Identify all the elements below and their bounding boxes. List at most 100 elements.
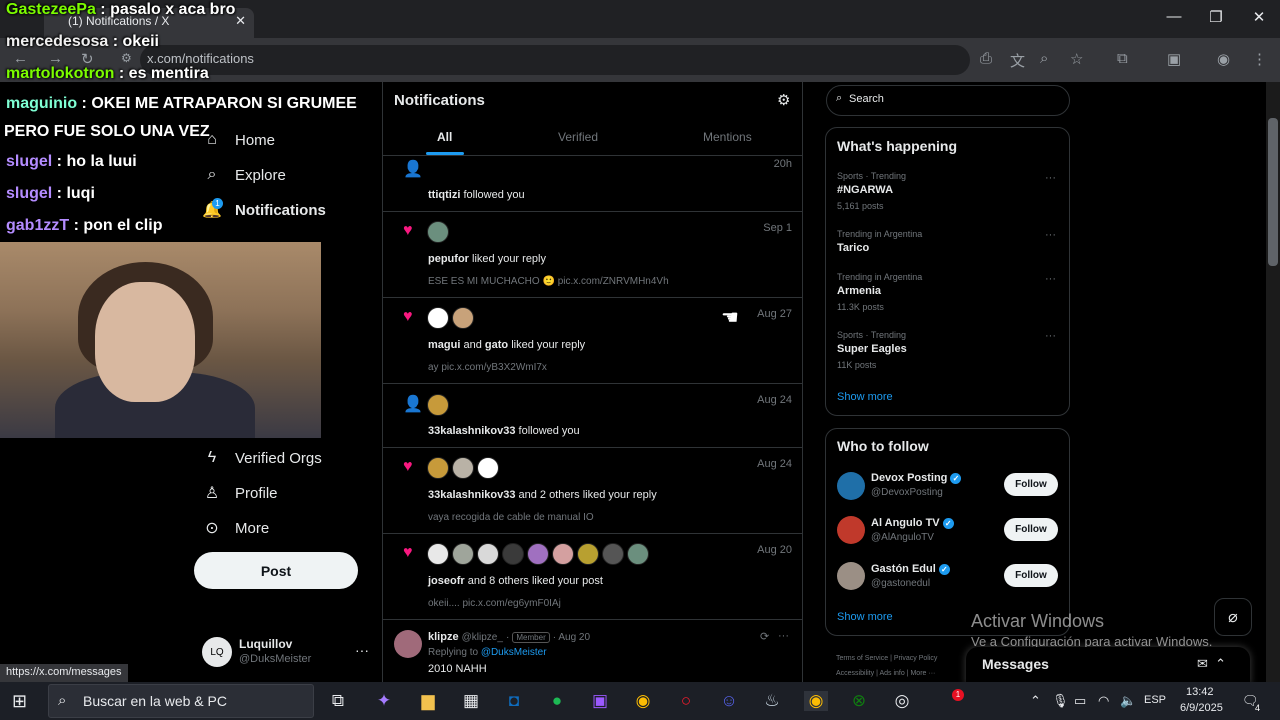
reply-author[interactable]: klipze bbox=[428, 631, 459, 643]
avatar[interactable] bbox=[552, 543, 574, 565]
account-more-icon[interactable]: ··· bbox=[355, 642, 369, 658]
notification-actor[interactable]: magui bbox=[428, 339, 460, 351]
notification-actor[interactable]: ttiqtizi bbox=[428, 189, 460, 201]
premiere-icon[interactable]: ▣ bbox=[588, 691, 612, 711]
footer-more-link[interactable]: More ··· bbox=[910, 670, 935, 677]
minimize-icon[interactable]: — bbox=[1164, 8, 1184, 25]
follow-button[interactable]: Follow bbox=[1004, 518, 1058, 541]
show-hidden-icons-icon[interactable]: ⌃ bbox=[1030, 693, 1041, 709]
avatar[interactable] bbox=[452, 543, 474, 565]
avatar[interactable] bbox=[837, 472, 865, 500]
menu-icon[interactable]: ⋮ bbox=[1252, 50, 1267, 68]
notification-actor[interactable]: joseofr bbox=[428, 575, 465, 587]
outlook-icon[interactable]: ◘ bbox=[502, 691, 526, 711]
ads-info-link[interactable]: Ads info bbox=[879, 670, 904, 677]
expand-icon[interactable]: ⌃ bbox=[1215, 656, 1226, 671]
zoom-icon[interactable]: ⌕ bbox=[1040, 50, 1048, 67]
nav-verified-orgs[interactable]: ϟ Verified Orgs bbox=[202, 444, 322, 472]
clock-date[interactable]: 6/9/2025 bbox=[1180, 702, 1223, 714]
follow-button[interactable]: Follow bbox=[1004, 473, 1058, 496]
profile-avatar-icon[interactable]: ◉ bbox=[1217, 50, 1230, 68]
address-bar[interactable] bbox=[140, 45, 970, 75]
translate-icon[interactable]: 文 bbox=[1010, 50, 1025, 71]
discord-icon[interactable]: ☺ bbox=[717, 691, 741, 711]
tab-all[interactable]: All bbox=[437, 130, 452, 144]
extensions-icon[interactable]: ⧉ bbox=[1117, 50, 1128, 67]
replying-handle-link[interactable]: @DuksMeister bbox=[481, 647, 547, 658]
close-tab-icon[interactable]: ✕ bbox=[235, 13, 246, 29]
suggestion-name[interactable]: Gastón Edul ✓ bbox=[871, 563, 950, 575]
volume-icon[interactable]: 🔈 bbox=[1120, 693, 1136, 709]
camera-icon[interactable]: ▭ bbox=[1074, 693, 1086, 709]
nav-explore[interactable]: ⌕ Explore bbox=[202, 161, 286, 189]
avatar[interactable] bbox=[427, 307, 449, 329]
clock-time[interactable]: 13:42 bbox=[1186, 686, 1214, 698]
grok-icon[interactable]: ⌀ bbox=[1214, 598, 1252, 636]
tab-mentions[interactable]: Mentions bbox=[703, 130, 752, 144]
post-button[interactable]: Post bbox=[194, 552, 358, 589]
avatar[interactable] bbox=[452, 457, 474, 479]
wifi-icon[interactable]: ◠ bbox=[1098, 693, 1109, 709]
trend-more-icon[interactable]: ··· bbox=[1045, 229, 1056, 241]
notification-actor[interactable]: 33kalashnikov33 bbox=[428, 489, 515, 501]
steam-icon[interactable]: ♨ bbox=[760, 691, 784, 711]
microphone-icon[interactable]: 🎙 bbox=[1052, 693, 1069, 709]
notification-actor[interactable]: gato bbox=[485, 339, 508, 351]
reply-handle[interactable]: @klipze_ bbox=[462, 632, 503, 643]
trend-name[interactable]: Tarico bbox=[837, 242, 869, 254]
grok-icon[interactable]: ⟳ bbox=[760, 630, 769, 643]
avatar[interactable] bbox=[427, 543, 449, 565]
suggestion-name[interactable]: Devox Posting ✓ bbox=[871, 472, 962, 484]
xbox-icon[interactable]: ⊗ bbox=[847, 691, 871, 711]
avatar[interactable] bbox=[577, 543, 599, 565]
nav-profile[interactable]: ♙ Profile bbox=[202, 479, 278, 507]
site-info-icon[interactable]: ⚙ bbox=[121, 51, 132, 65]
copilot-icon[interactable]: ✦ bbox=[372, 691, 396, 711]
scrollbar-thumb[interactable] bbox=[1268, 118, 1278, 266]
nav-more[interactable]: ⊙ More bbox=[202, 514, 269, 542]
accessibility-link[interactable]: Accessibility bbox=[836, 670, 874, 677]
avatar[interactable] bbox=[427, 394, 449, 416]
avatar[interactable] bbox=[837, 562, 865, 590]
close-window-icon[interactable]: ✕ bbox=[1249, 8, 1269, 26]
store-icon[interactable]: ▦ bbox=[459, 691, 483, 711]
sidebar-icon[interactable]: ▣ bbox=[1167, 50, 1181, 68]
trend-name[interactable]: #NGARWA bbox=[837, 184, 893, 196]
privacy-link[interactable]: Privacy Policy bbox=[894, 655, 938, 662]
trend-name[interactable]: Super Eagles bbox=[837, 343, 907, 355]
more-icon[interactable]: ··· bbox=[778, 630, 789, 642]
terms-link[interactable]: Terms of Service bbox=[836, 655, 888, 662]
avatar[interactable] bbox=[477, 457, 499, 479]
account-avatar[interactable]: LQ bbox=[202, 637, 232, 667]
avatar[interactable] bbox=[837, 516, 865, 544]
opera-icon[interactable]: ○ bbox=[674, 691, 698, 711]
install-app-icon[interactable]: ⎙ bbox=[980, 50, 992, 67]
language-indicator[interactable]: ESP bbox=[1144, 694, 1166, 706]
avatar[interactable] bbox=[427, 221, 449, 243]
tab-verified[interactable]: Verified bbox=[558, 130, 598, 144]
avatar[interactable] bbox=[394, 630, 422, 658]
trend-more-icon[interactable]: ··· bbox=[1045, 172, 1056, 184]
gear-icon[interactable]: ⚙ bbox=[777, 91, 790, 109]
trend-more-icon[interactable]: ··· bbox=[1045, 330, 1056, 342]
avatar[interactable] bbox=[452, 307, 474, 329]
maximize-icon[interactable]: ❐ bbox=[1206, 8, 1226, 26]
task-view-icon[interactable]: ⧉ bbox=[326, 691, 350, 711]
spotify-icon[interactable]: ● bbox=[545, 691, 569, 711]
trends-show-more-link[interactable]: Show more bbox=[837, 391, 893, 403]
app-icon[interactable]: ◎ bbox=[890, 691, 914, 711]
follow-show-more-link[interactable]: Show more bbox=[837, 611, 893, 623]
notification-actor[interactable]: 33kalashnikov33 bbox=[428, 425, 515, 437]
trend-more-icon[interactable]: ··· bbox=[1045, 273, 1056, 285]
notification-actor[interactable]: pepufor bbox=[428, 253, 469, 265]
avatar[interactable] bbox=[502, 543, 524, 565]
nav-home[interactable]: ⌂ Home bbox=[202, 126, 275, 154]
suggestion-name[interactable]: Al Angulo TV ✓ bbox=[871, 517, 954, 529]
chrome-icon[interactable]: ◉ bbox=[631, 691, 655, 711]
avatar[interactable] bbox=[477, 543, 499, 565]
file-explorer-icon[interactable]: ▆ bbox=[416, 691, 440, 711]
follow-button[interactable]: Follow bbox=[1004, 564, 1058, 587]
trend-name[interactable]: Armenia bbox=[837, 285, 881, 297]
bookmark-star-icon[interactable]: ☆ bbox=[1070, 50, 1083, 68]
avatar[interactable] bbox=[527, 543, 549, 565]
